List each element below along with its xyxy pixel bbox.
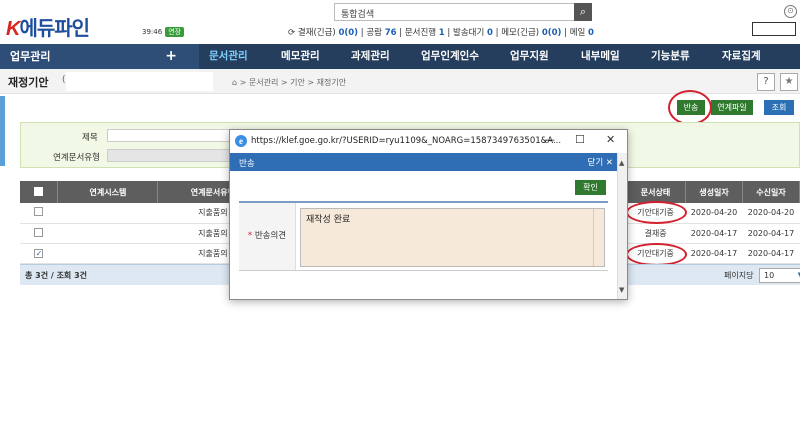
extend-session-button[interactable]: 연장 (165, 27, 185, 37)
breadcrumb: ⌂ > 문서관리 > 기안 > 재정기안 (232, 78, 347, 87)
popup-url: https://klef.goe.go.kr/?USERID=ryu1109&_… (251, 136, 562, 146)
edufine-logo[interactable]: K에듀파인 (6, 12, 90, 41)
select-all-checkbox[interactable] (34, 186, 44, 196)
row-received: 2020-04-20 (742, 203, 800, 224)
per-page-label: 페이지당 (724, 271, 754, 280)
nav-work-support[interactable]: 업무지원 (510, 44, 549, 69)
state-highlight-circle-2 (626, 243, 687, 266)
col-doc-state[interactable]: 문서상태 (625, 181, 686, 203)
memo-label[interactable]: 메모(긴급) (501, 28, 539, 38)
nav-internal-mail[interactable]: 내부메일 (581, 44, 620, 69)
approval-label[interactable]: 결재(긴급) (298, 28, 336, 38)
row-system (57, 223, 158, 244)
subject-label: 제목 (82, 133, 98, 143)
select-all-cell[interactable] (20, 181, 59, 203)
refresh-icon[interactable]: ⟳ (288, 28, 295, 38)
popup-scrollbar[interactable]: ▲ ▼ (617, 153, 627, 299)
return-opinion-form: * 반송의견 재작성 완료 (239, 201, 608, 271)
popup-title: 반송 (239, 159, 255, 169)
linked-doc-type-select[interactable] (107, 149, 231, 162)
title-paren: ( (62, 75, 66, 85)
memo-count[interactable]: 0(0) (542, 28, 562, 38)
close-icon[interactable]: ✕ (606, 158, 613, 168)
ie-icon: e (235, 135, 247, 147)
col-linked-system[interactable]: 연계시스템 (57, 181, 159, 203)
nav-function-class[interactable]: 기능분류 (651, 44, 690, 69)
mail-label[interactable]: 메일 (570, 28, 586, 38)
row-received: 2020-04-17 (742, 223, 800, 244)
col-received-date[interactable]: 수신일자 (742, 181, 800, 203)
add-icon[interactable]: + (165, 44, 177, 69)
query-button[interactable]: 조회 (764, 100, 794, 115)
send-wait-count[interactable]: 0 (487, 28, 493, 38)
nav-work-handover[interactable]: 업무인계인수 (421, 44, 479, 69)
home-icon[interactable]: ⌂ (232, 78, 237, 87)
doc-progress-label[interactable]: 문서진행 (405, 28, 436, 38)
row-system (57, 203, 158, 224)
row-state: 결재중 (625, 223, 686, 244)
popup-titlebar[interactable]: e https://klef.goe.go.kr/?USERID=ryu1109… (230, 130, 627, 153)
scroll-up-icon[interactable]: ▲ (619, 159, 624, 167)
public-notice-count[interactable]: 76 (385, 28, 397, 38)
doc-progress-count[interactable]: 1 (439, 28, 445, 38)
session-timer: 39:46 연장 (142, 27, 185, 37)
popup-header: 반송 닫기 ✕ (230, 153, 619, 171)
user-icon[interactable]: ⊙ (784, 5, 797, 18)
main-nav: 업무관리 + 문서관리 메모관리 과제관리 업무인계인수 업무지원 내부메일 기능… (0, 44, 800, 69)
return-opinion-label: * 반송의견 (239, 203, 296, 270)
global-search[interactable]: 통합검색 ⌕ (334, 3, 592, 21)
row-system (57, 243, 158, 264)
result-count: 총 3건 / 조회 3건 (25, 271, 87, 280)
subject-input[interactable] (107, 129, 231, 142)
textarea-scrollbar[interactable] (593, 209, 604, 266)
favorite-star-icon[interactable]: ★ (780, 73, 798, 91)
minimize-icon[interactable]: — (544, 133, 555, 146)
scroll-down-icon[interactable]: ▼ (619, 286, 624, 294)
row-checkbox[interactable] (34, 227, 44, 237)
maximize-icon[interactable]: ☐ (575, 133, 585, 146)
nav-memo-management[interactable]: 메모관리 (281, 44, 320, 69)
nav-data-aggregate[interactable]: 자료집계 (722, 44, 761, 69)
top-header: K에듀파인 39:46 연장 통합검색 ⌕ ⟳ 결재(긴급) 0(0) | 공람 … (0, 0, 800, 42)
row-checkbox-checked[interactable]: ✓ (34, 248, 44, 258)
work-management-menu[interactable]: 업무관리 + (0, 44, 199, 69)
help-icon[interactable]: ? (757, 73, 775, 91)
search-input[interactable]: 통합검색 (341, 7, 374, 20)
status-summary: ⟳ 결재(긴급) 0(0) | 공람 76 | 문서진행 1 | 발송대기 0 … (288, 28, 594, 38)
nav-doc-management[interactable]: 문서관리 (209, 44, 248, 69)
nav-task-management[interactable]: 과제관리 (351, 44, 390, 69)
per-page-select[interactable]: 10▼ (759, 268, 800, 283)
linked-doc-type-label: 연계문서유형 (53, 153, 100, 163)
mail-count[interactable]: 0 (588, 28, 594, 38)
close-window-icon[interactable]: ✕ (606, 133, 615, 146)
title-overlay-box (66, 72, 213, 91)
return-popup-window: e https://klef.goe.go.kr/?USERID=ryu1109… (229, 129, 628, 300)
state-highlight-circle-1 (626, 201, 687, 224)
popup-close-button[interactable]: 닫기 ✕ (588, 156, 613, 168)
page-subbar: 재정기안 ( ⌂ > 문서관리 > 기안 > 재정기안 ? ★ (0, 69, 800, 94)
link-file-button[interactable]: 연계파일 (711, 100, 753, 115)
row-created: 2020-04-20 (685, 203, 743, 224)
col-created-date[interactable]: 생성일자 (685, 181, 743, 203)
row-created: 2020-04-17 (685, 223, 743, 244)
side-panel-tab[interactable] (0, 96, 5, 166)
row-created: 2020-04-17 (685, 243, 743, 264)
return-highlight-circle (668, 90, 712, 125)
approval-count[interactable]: 0(0) (338, 28, 358, 38)
row-checkbox[interactable] (34, 207, 44, 217)
row-received: 2020-04-17 (742, 243, 800, 264)
top-right-box[interactable] (752, 22, 796, 36)
return-opinion-textarea[interactable]: 재작성 완료 (300, 208, 605, 267)
search-icon[interactable]: ⌕ (574, 3, 592, 21)
page-title: 재정기안 (8, 76, 49, 89)
confirm-button[interactable]: 확인 (575, 180, 606, 195)
send-wait-label[interactable]: 발송대기 (453, 28, 484, 38)
public-notice-label[interactable]: 공람 (366, 28, 382, 38)
